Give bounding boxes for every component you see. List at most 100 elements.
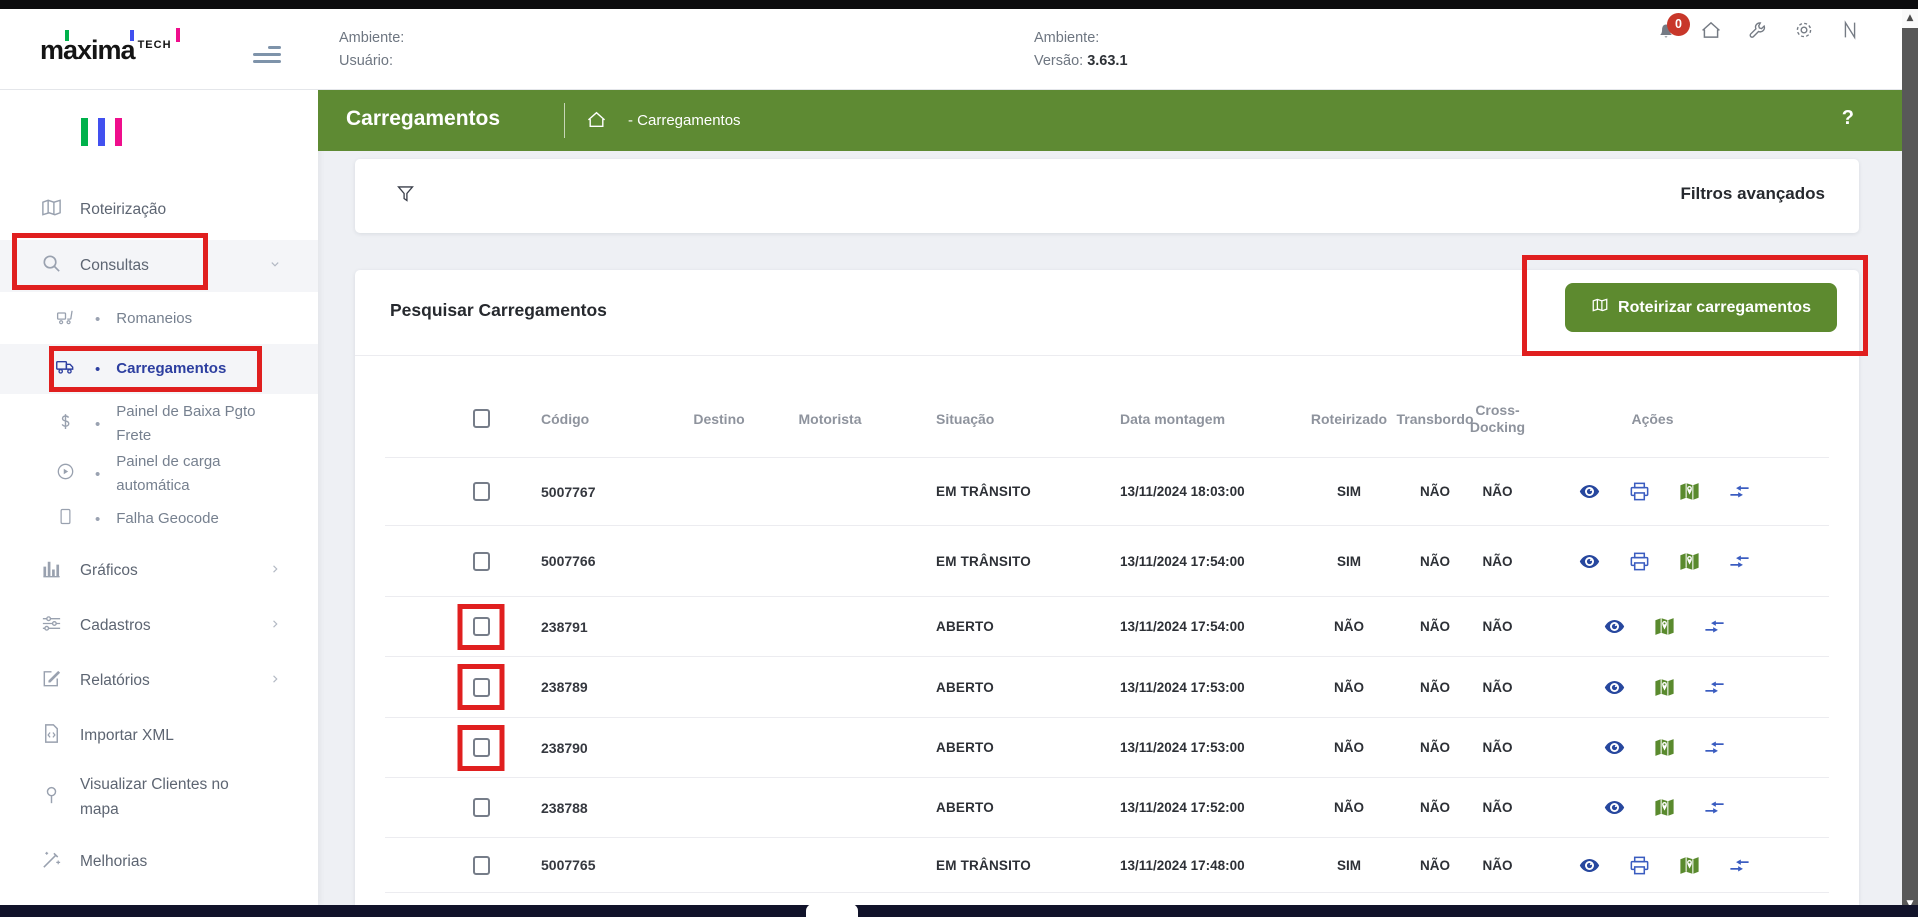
header-codigo: Código: [507, 411, 671, 427]
filter-funnel-icon[interactable]: [395, 183, 417, 207]
view-action-icon[interactable]: [1578, 480, 1601, 503]
sidebar-item-importar-xml[interactable]: Importar XML: [0, 712, 318, 760]
sidebar-item-melhorias[interactable]: Melhorias: [0, 838, 318, 886]
cell-roteirizado: SIM: [1283, 858, 1415, 873]
sidebar-item-gr-ficos[interactable]: Gráficos: [0, 547, 318, 595]
logo-bar-pink: [115, 118, 122, 146]
view-action-icon[interactable]: [1603, 796, 1626, 819]
sidebar-item-roteiriza-o[interactable]: Roteirização: [0, 186, 318, 234]
truck-icon: [55, 356, 76, 382]
sidebar-item-visualizar-clientes-no-mapa[interactable]: Visualizar Clientes no mapa: [0, 770, 318, 826]
bullet-icon: •: [95, 361, 100, 378]
home-icon[interactable]: [1700, 19, 1724, 43]
cell-codigo: 238788: [507, 800, 671, 816]
logo-suffix: TECH: [138, 39, 172, 51]
magic-wand-icon: [40, 848, 63, 876]
actions-cell: [1552, 676, 1777, 699]
map-action-icon[interactable]: [1678, 480, 1701, 503]
actions-cell: [1552, 550, 1777, 573]
row-checkbox[interactable]: [473, 617, 490, 636]
merge-routes-action-icon[interactable]: [1703, 796, 1726, 819]
merge-routes-action-icon[interactable]: [1703, 736, 1726, 759]
row-checkbox[interactable]: [473, 482, 490, 501]
bar-chart-icon: [40, 557, 63, 585]
merge-routes-action-icon[interactable]: [1703, 676, 1726, 699]
logo-bar-green: [81, 118, 88, 146]
sidebar-mini-logo: [81, 118, 122, 146]
print-action-icon[interactable]: [1628, 480, 1651, 503]
map-action-icon[interactable]: [1653, 615, 1676, 638]
row-checkbox[interactable]: [473, 552, 490, 571]
header-acoes: Ações: [1540, 411, 1765, 427]
checkbox-cell: [455, 458, 507, 525]
table-row: 5007766EM TRÂNSITO13/11/2024 17:54:00SIM…: [385, 526, 1829, 597]
cell-transbordo: NÃO: [1415, 740, 1455, 755]
play-circle-icon: [55, 461, 76, 487]
cell-data-montagem: 13/11/2024 17:48:00: [1077, 858, 1283, 873]
page-header-bar: Carregamentos - Carregamentos ?: [318, 90, 1902, 151]
help-button[interactable]: ?: [1842, 107, 1854, 130]
merge-routes-action-icon[interactable]: [1703, 615, 1726, 638]
map-action-icon[interactable]: [1678, 854, 1701, 877]
box-icon: [55, 506, 76, 532]
usuario-label: Usuário:: [339, 50, 404, 73]
advanced-filters-link[interactable]: Filtros avançados: [1680, 184, 1825, 204]
sidebar-item-relat-rios[interactable]: Relatórios: [0, 657, 318, 705]
filter-bar: Filtros avançados: [355, 159, 1859, 233]
versao-label: Versão:: [1034, 53, 1083, 69]
header-destino: Destino: [671, 411, 767, 427]
page-title: Carregamentos: [346, 107, 500, 131]
map-pin-icon: [40, 784, 63, 812]
row-checkbox[interactable]: [473, 798, 490, 817]
cell-situacao: EM TRÂNSITO: [893, 858, 1077, 873]
print-action-icon[interactable]: [1628, 550, 1651, 573]
cell-situacao: EM TRÂNSITO: [893, 554, 1077, 569]
view-action-icon[interactable]: [1603, 615, 1626, 638]
merge-routes-action-icon[interactable]: [1728, 550, 1751, 573]
select-all-checkbox[interactable]: [473, 409, 490, 428]
ambiente-label: Ambiente:: [339, 27, 404, 50]
row-checkbox[interactable]: [473, 678, 490, 697]
merge-routes-action-icon[interactable]: [1728, 480, 1751, 503]
map-action-icon[interactable]: [1653, 796, 1676, 819]
bullet-icon: •: [95, 311, 100, 328]
view-action-icon[interactable]: [1578, 550, 1601, 573]
breadcrumb-home-icon[interactable]: [586, 109, 608, 131]
print-action-icon[interactable]: [1628, 854, 1651, 877]
bottom-notch: [806, 904, 858, 917]
vertical-scrollbar[interactable]: ▲ ▼: [1902, 9, 1918, 917]
scroll-up-arrow-icon[interactable]: ▲: [1902, 9, 1918, 28]
sidebar-item-label: Relatórios: [80, 669, 265, 694]
tools-wrench-icon[interactable]: [1747, 19, 1771, 43]
sidebar-item-painel-de-carga-autom-tica[interactable]: •Painel de carga automática: [0, 446, 318, 502]
merge-routes-action-icon[interactable]: [1728, 854, 1751, 877]
view-action-icon[interactable]: [1578, 854, 1601, 877]
header-roteirizado: Roteirizado: [1283, 411, 1415, 427]
table-row: 238788ABERTO13/11/2024 17:52:00NÃONÃONÃO: [385, 778, 1829, 838]
sidebar-item-label: Painel de Baixa Pgto Frete: [116, 400, 268, 448]
breadcrumb[interactable]: - Carregamentos: [628, 112, 741, 129]
logo-text: maxima: [40, 37, 135, 64]
row-checkbox[interactable]: [473, 856, 490, 875]
map-action-icon[interactable]: [1653, 676, 1676, 699]
map-action-icon[interactable]: [1653, 736, 1676, 759]
sidebar-item-romaneios[interactable]: •Romaneios: [0, 297, 318, 341]
settings-gear-icon[interactable]: [1793, 19, 1817, 43]
map-action-icon[interactable]: [1678, 550, 1701, 573]
panel-title: Pesquisar Carregamentos: [390, 300, 607, 321]
xml-file-icon: [40, 722, 63, 750]
sidebar-item-cadastros[interactable]: Cadastros: [0, 602, 318, 650]
actions-cell: [1552, 615, 1777, 638]
route-icon[interactable]: [1839, 19, 1863, 43]
sidebar-item-falha-geocode[interactable]: •Falha Geocode: [0, 497, 318, 541]
map-icon: [1591, 296, 1609, 319]
sidebar-item-consultas[interactable]: Consultas: [0, 240, 318, 292]
roteirizar-carregamentos-button[interactable]: Roteirizar carregamentos: [1565, 283, 1837, 332]
view-action-icon[interactable]: [1603, 676, 1626, 699]
row-checkbox[interactable]: [473, 738, 490, 757]
view-action-icon[interactable]: [1603, 736, 1626, 759]
sidebar-item-painel-de-baixa-pgto-frete[interactable]: •Painel de Baixa Pgto Frete: [0, 396, 318, 452]
cell-cross-docking: NÃO: [1455, 800, 1540, 815]
sidebar-item-carregamentos[interactable]: •Carregamentos: [0, 344, 318, 394]
sidebar-toggle-hamburger-icon[interactable]: [253, 46, 281, 65]
